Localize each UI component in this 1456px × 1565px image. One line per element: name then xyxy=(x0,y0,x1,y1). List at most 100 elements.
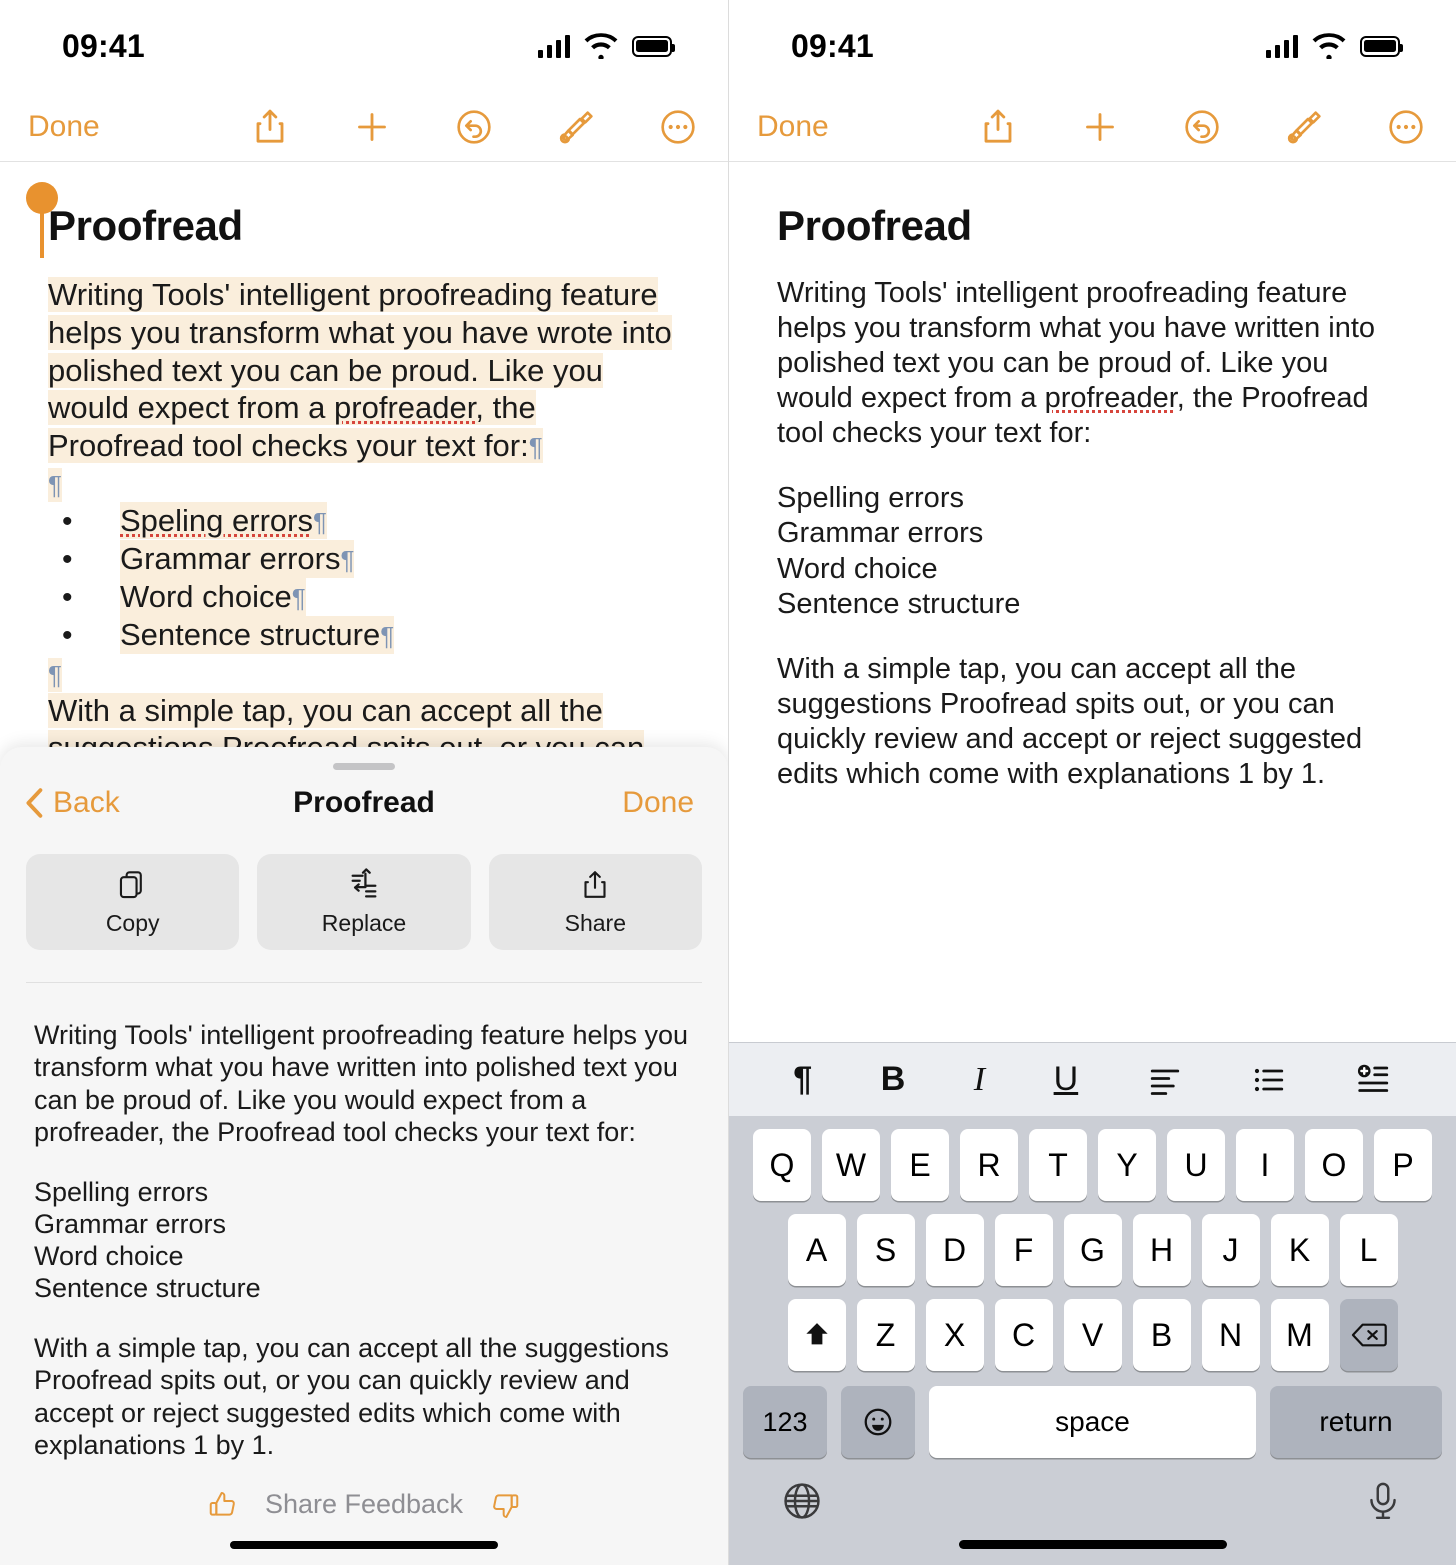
thumbs-down-icon[interactable] xyxy=(489,1489,521,1521)
document-title: Proofread xyxy=(777,202,972,249)
list-item: • Sentence structure¶ xyxy=(48,616,680,654)
key-f[interactable]: F xyxy=(994,1214,1053,1286)
key-h[interactable]: H xyxy=(1132,1214,1191,1286)
key-g[interactable]: G xyxy=(1063,1214,1122,1286)
share-button[interactable]: Share xyxy=(488,854,702,951)
key-e[interactable]: E xyxy=(891,1129,949,1201)
more-circle-icon[interactable] xyxy=(1386,107,1426,147)
result-list-item: Word choice xyxy=(34,1241,184,1271)
sheet-result-text[interactable]: Writing Tools' intelligent proofreading … xyxy=(0,983,728,1489)
share-icon xyxy=(584,871,606,898)
underline-icon[interactable]: U xyxy=(1054,1060,1079,1099)
copy-label: Copy xyxy=(105,909,160,936)
key-n[interactable]: N xyxy=(1201,1299,1260,1371)
shift-icon xyxy=(805,1323,828,1345)
bullet-glyph: • xyxy=(62,581,73,615)
key-z[interactable]: Z xyxy=(856,1299,915,1371)
key-d[interactable]: D xyxy=(925,1214,984,1286)
document-canvas[interactable]: Proofread Writing Tools' intelligent pro… xyxy=(0,162,728,767)
italic-icon[interactable]: I xyxy=(974,1061,985,1099)
document-canvas[interactable]: Proofread Writing Tools' intelligent pro… xyxy=(729,162,1456,792)
shift-key[interactable] xyxy=(787,1299,846,1371)
dual-screenshot: 09:41 Done Proofread Writing Tools' inte… xyxy=(0,0,1456,1565)
backspace-key[interactable] xyxy=(1339,1299,1398,1371)
cellular-bars-icon xyxy=(537,34,570,58)
list-item: • Speling errors¶ xyxy=(48,502,680,540)
pilcrow-mark: ¶ xyxy=(312,507,327,538)
key-r[interactable]: R xyxy=(960,1129,1018,1201)
cellular-bars-icon xyxy=(1265,34,1298,58)
share-icon[interactable] xyxy=(250,107,290,147)
status-indicators xyxy=(537,33,675,59)
thumbs-up-icon[interactable] xyxy=(207,1489,239,1521)
plus-icon[interactable] xyxy=(352,107,392,147)
key-i[interactable]: I xyxy=(1236,1129,1294,1201)
sheet-actions: Copy Replace Share xyxy=(0,820,728,951)
key-u[interactable]: U xyxy=(1167,1129,1225,1201)
wifi-icon xyxy=(1312,33,1346,59)
align-left-icon[interactable] xyxy=(1147,1062,1183,1098)
undo-icon[interactable] xyxy=(1182,107,1222,147)
keyboard-row-1: Q W E R T Y U I O P xyxy=(729,1129,1456,1201)
nav-toolbar: Done xyxy=(729,92,1456,162)
key-w[interactable]: W xyxy=(822,1129,880,1201)
sheet-header: Back Proofread Done xyxy=(0,770,728,820)
key-k[interactable]: K xyxy=(1270,1214,1329,1286)
bold-icon[interactable]: B xyxy=(881,1060,906,1099)
pilcrow-mark: ¶ xyxy=(48,468,62,503)
done-button[interactable]: Done xyxy=(757,110,829,144)
copy-button[interactable]: Copy xyxy=(26,854,240,951)
globe-icon[interactable] xyxy=(781,1480,823,1522)
key-l[interactable]: L xyxy=(1339,1214,1398,1286)
bullet-list-icon[interactable] xyxy=(1251,1062,1287,1098)
pilcrow-mark: ¶ xyxy=(528,432,543,463)
key-o[interactable]: O xyxy=(1305,1129,1363,1201)
selection-handle[interactable] xyxy=(26,182,58,258)
key-v[interactable]: V xyxy=(1063,1299,1122,1371)
space-key[interactable]: space xyxy=(929,1386,1256,1458)
key-m[interactable]: M xyxy=(1270,1299,1329,1371)
back-button[interactable]: Back xyxy=(24,786,120,820)
chevron-left-icon xyxy=(26,788,43,819)
key-x[interactable]: X xyxy=(925,1299,984,1371)
right-phone-screen: 09:41 Done Proofread Writing Tools' inte… xyxy=(728,0,1456,1565)
undo-icon[interactable] xyxy=(454,107,494,147)
numbers-key[interactable]: 123 xyxy=(743,1386,827,1458)
pilcrow-icon[interactable]: ¶ xyxy=(793,1060,812,1099)
share-icon[interactable] xyxy=(978,107,1018,147)
replace-label: Replace xyxy=(321,909,407,936)
more-circle-icon[interactable] xyxy=(658,107,698,147)
writing-tools-sheet: Back Proofread Done Copy Replace Share W… xyxy=(0,747,728,1565)
plus-icon[interactable] xyxy=(1080,107,1120,147)
feedback-label[interactable]: Share Feedback xyxy=(265,1489,463,1520)
toolbar-icons xyxy=(978,107,1426,147)
key-p[interactable]: P xyxy=(1374,1129,1432,1201)
insert-row-icon[interactable] xyxy=(1356,1062,1392,1098)
document-title: Proofread xyxy=(48,202,243,249)
done-button[interactable]: Done xyxy=(28,110,100,144)
emoji-key[interactable] xyxy=(841,1386,915,1458)
markup-brush-icon[interactable] xyxy=(556,107,596,147)
revised-paragraph-1: Writing Tools' intelligent proofreading … xyxy=(777,276,1408,451)
result-list-item: Grammar errors xyxy=(34,1208,227,1239)
key-y[interactable]: Y xyxy=(1098,1129,1156,1201)
revised-list-item: Grammar errors xyxy=(777,517,984,550)
pilcrow-mark: ¶ xyxy=(340,545,355,576)
sheet-done-button[interactable]: Done xyxy=(622,786,694,820)
back-label: Back xyxy=(53,786,120,820)
return-key[interactable]: return xyxy=(1270,1386,1442,1458)
selected-document-text[interactable]: Writing Tools' intelligent proofreading … xyxy=(48,276,680,767)
keyboard-row-3: Z X C V B N M xyxy=(729,1299,1456,1371)
revised-document-text[interactable]: Writing Tools' intelligent proofreading … xyxy=(777,276,1408,792)
key-q[interactable]: Q xyxy=(753,1129,811,1201)
key-b[interactable]: B xyxy=(1132,1299,1191,1371)
sheet-grabber-icon[interactable] xyxy=(333,763,395,771)
markup-brush-icon[interactable] xyxy=(1284,107,1324,147)
microphone-icon[interactable] xyxy=(1362,1480,1404,1522)
key-c[interactable]: C xyxy=(994,1299,1053,1371)
key-t[interactable]: T xyxy=(1029,1129,1087,1201)
key-a[interactable]: A xyxy=(787,1214,846,1286)
key-j[interactable]: J xyxy=(1201,1214,1260,1286)
replace-button[interactable]: Replace xyxy=(257,854,471,951)
key-s[interactable]: S xyxy=(856,1214,915,1286)
